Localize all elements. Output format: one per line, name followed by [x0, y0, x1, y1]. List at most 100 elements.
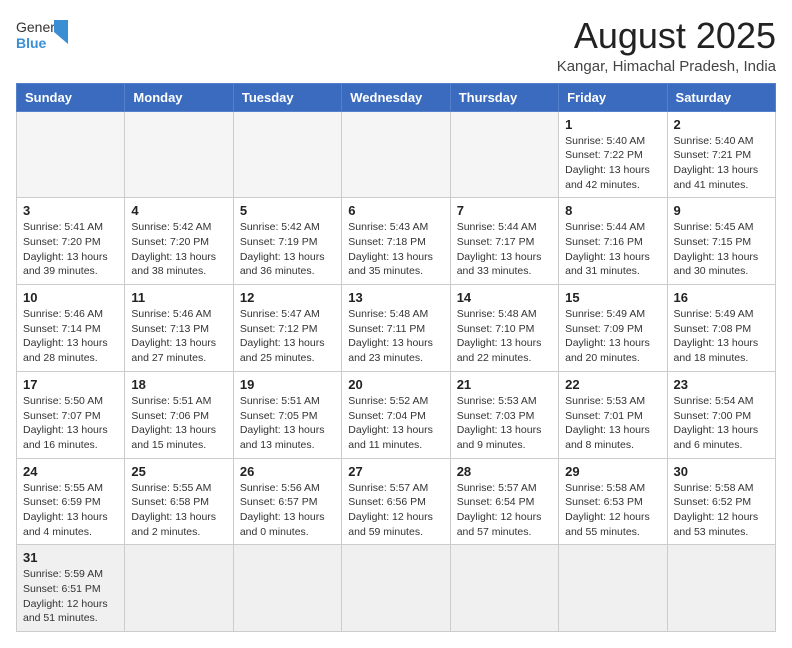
day-info: Sunrise: 5:51 AM Sunset: 7:05 PM Dayligh… — [240, 394, 335, 453]
day-number: 26 — [240, 464, 335, 479]
day-number: 4 — [131, 203, 226, 218]
calendar-title: August 2025 — [557, 16, 776, 56]
calendar-week-row: 3Sunrise: 5:41 AM Sunset: 7:20 PM Daylig… — [17, 198, 776, 285]
calendar-table: SundayMondayTuesdayWednesdayThursdayFrid… — [16, 83, 776, 633]
day-info: Sunrise: 5:50 AM Sunset: 7:07 PM Dayligh… — [23, 394, 118, 453]
page-header: GeneralBlue August 2025 Kangar, Himachal… — [16, 16, 776, 75]
day-number: 9 — [674, 203, 769, 218]
day-number: 18 — [131, 377, 226, 392]
calendar-header-row: SundayMondayTuesdayWednesdayThursdayFrid… — [17, 83, 776, 111]
day-info: Sunrise: 5:46 AM Sunset: 7:14 PM Dayligh… — [23, 307, 118, 366]
day-info: Sunrise: 5:58 AM Sunset: 6:53 PM Dayligh… — [565, 481, 660, 540]
calendar-day-cell: 9 Sunrise: 5:45 AM Sunset: 7:15 PM Daylig… — [667, 198, 775, 285]
logo-icon: GeneralBlue — [16, 16, 68, 54]
calendar-subtitle: Kangar, Himachal Pradesh, India — [557, 58, 776, 75]
calendar-day-cell: 8 Sunrise: 5:44 AM Sunset: 7:16 PM Daylig… — [559, 198, 667, 285]
day-info: Sunrise: 5:49 AM Sunset: 7:09 PM Dayligh… — [565, 307, 660, 366]
day-info: Sunrise: 5:44 AM Sunset: 7:16 PM Dayligh… — [565, 220, 660, 279]
weekday-header: Tuesday — [233, 83, 341, 111]
day-number: 22 — [565, 377, 660, 392]
svg-text:Blue: Blue — [16, 35, 47, 51]
day-number: 12 — [240, 290, 335, 305]
calendar-day-cell — [450, 111, 558, 198]
day-number: 8 — [565, 203, 660, 218]
day-info: Sunrise: 5:42 AM Sunset: 7:20 PM Dayligh… — [131, 220, 226, 279]
calendar-day-cell: 3Sunrise: 5:41 AM Sunset: 7:20 PM Daylig… — [17, 198, 125, 285]
weekday-header: Friday — [559, 83, 667, 111]
day-number: 30 — [674, 464, 769, 479]
calendar-day-cell: 15 Sunrise: 5:49 AM Sunset: 7:09 PM Dayli… — [559, 285, 667, 372]
day-info: Sunrise: 5:48 AM Sunset: 7:10 PM Dayligh… — [457, 307, 552, 366]
calendar-day-cell: 1 Sunrise: 5:40 AM Sunset: 7:22 PM Daylig… — [559, 111, 667, 198]
day-number: 15 — [565, 290, 660, 305]
calendar-day-cell — [125, 111, 233, 198]
calendar-day-cell — [125, 545, 233, 632]
calendar-day-cell: 4 Sunrise: 5:42 AM Sunset: 7:20 PM Daylig… — [125, 198, 233, 285]
day-number: 13 — [348, 290, 443, 305]
calendar-day-cell: 31Sunrise: 5:59 AM Sunset: 6:51 PM Dayli… — [17, 545, 125, 632]
day-info: Sunrise: 5:48 AM Sunset: 7:11 PM Dayligh… — [348, 307, 443, 366]
calendar-day-cell — [559, 545, 667, 632]
day-number: 27 — [348, 464, 443, 479]
weekday-header: Sunday — [17, 83, 125, 111]
calendar-day-cell: 30Sunrise: 5:58 AM Sunset: 6:52 PM Dayli… — [667, 458, 775, 545]
weekday-header: Thursday — [450, 83, 558, 111]
calendar-day-cell — [233, 111, 341, 198]
day-number: 5 — [240, 203, 335, 218]
logo: GeneralBlue — [16, 16, 68, 54]
calendar-week-row: 1 Sunrise: 5:40 AM Sunset: 7:22 PM Daylig… — [17, 111, 776, 198]
day-info: Sunrise: 5:59 AM Sunset: 6:51 PM Dayligh… — [23, 567, 118, 626]
title-block: August 2025 Kangar, Himachal Pradesh, In… — [557, 16, 776, 75]
calendar-day-cell: 29Sunrise: 5:58 AM Sunset: 6:53 PM Dayli… — [559, 458, 667, 545]
calendar-day-cell: 10 Sunrise: 5:46 AM Sunset: 7:14 PM Dayli… — [17, 285, 125, 372]
day-number: 10 — [23, 290, 118, 305]
day-number: 21 — [457, 377, 552, 392]
calendar-week-row: 10 Sunrise: 5:46 AM Sunset: 7:14 PM Dayli… — [17, 285, 776, 372]
day-info: Sunrise: 5:44 AM Sunset: 7:17 PM Dayligh… — [457, 220, 552, 279]
day-number: 20 — [348, 377, 443, 392]
day-number: 28 — [457, 464, 552, 479]
calendar-day-cell: 6 Sunrise: 5:43 AM Sunset: 7:18 PM Daylig… — [342, 198, 450, 285]
day-info: Sunrise: 5:46 AM Sunset: 7:13 PM Dayligh… — [131, 307, 226, 366]
calendar-week-row: 24 Sunrise: 5:55 AM Sunset: 6:59 PM Dayli… — [17, 458, 776, 545]
calendar-day-cell: 24 Sunrise: 5:55 AM Sunset: 6:59 PM Dayli… — [17, 458, 125, 545]
calendar-day-cell — [342, 545, 450, 632]
day-info: Sunrise: 5:45 AM Sunset: 7:15 PM Dayligh… — [674, 220, 769, 279]
calendar-day-cell — [667, 545, 775, 632]
day-info: Sunrise: 5:55 AM Sunset: 6:59 PM Dayligh… — [23, 481, 118, 540]
weekday-header: Wednesday — [342, 83, 450, 111]
calendar-day-cell — [342, 111, 450, 198]
day-number: 2 — [674, 117, 769, 132]
day-info: Sunrise: 5:43 AM Sunset: 7:18 PM Dayligh… — [348, 220, 443, 279]
calendar-day-cell: 19Sunrise: 5:51 AM Sunset: 7:05 PM Dayli… — [233, 371, 341, 458]
day-number: 24 — [23, 464, 118, 479]
calendar-day-cell: 2 Sunrise: 5:40 AM Sunset: 7:21 PM Daylig… — [667, 111, 775, 198]
day-info: Sunrise: 5:40 AM Sunset: 7:22 PM Dayligh… — [565, 134, 660, 193]
weekday-header: Monday — [125, 83, 233, 111]
calendar-day-cell: 22 Sunrise: 5:53 AM Sunset: 7:01 PM Dayli… — [559, 371, 667, 458]
day-info: Sunrise: 5:53 AM Sunset: 7:03 PM Dayligh… — [457, 394, 552, 453]
day-info: Sunrise: 5:40 AM Sunset: 7:21 PM Dayligh… — [674, 134, 769, 193]
day-info: Sunrise: 5:56 AM Sunset: 6:57 PM Dayligh… — [240, 481, 335, 540]
calendar-day-cell: 5 Sunrise: 5:42 AM Sunset: 7:19 PM Daylig… — [233, 198, 341, 285]
day-info: Sunrise: 5:41 AM Sunset: 7:20 PM Dayligh… — [23, 220, 118, 279]
day-number: 25 — [131, 464, 226, 479]
day-number: 6 — [348, 203, 443, 218]
day-info: Sunrise: 5:54 AM Sunset: 7:00 PM Dayligh… — [674, 394, 769, 453]
day-info: Sunrise: 5:57 AM Sunset: 6:56 PM Dayligh… — [348, 481, 443, 540]
day-number: 1 — [565, 117, 660, 132]
calendar-day-cell: 11Sunrise: 5:46 AM Sunset: 7:13 PM Dayli… — [125, 285, 233, 372]
day-info: Sunrise: 5:51 AM Sunset: 7:06 PM Dayligh… — [131, 394, 226, 453]
day-info: Sunrise: 5:53 AM Sunset: 7:01 PM Dayligh… — [565, 394, 660, 453]
calendar-day-cell: 13 Sunrise: 5:48 AM Sunset: 7:11 PM Dayli… — [342, 285, 450, 372]
calendar-day-cell: 7 Sunrise: 5:44 AM Sunset: 7:17 PM Daylig… — [450, 198, 558, 285]
day-info: Sunrise: 5:42 AM Sunset: 7:19 PM Dayligh… — [240, 220, 335, 279]
day-info: Sunrise: 5:49 AM Sunset: 7:08 PM Dayligh… — [674, 307, 769, 366]
calendar-day-cell: 20 Sunrise: 5:52 AM Sunset: 7:04 PM Dayli… — [342, 371, 450, 458]
calendar-day-cell — [233, 545, 341, 632]
calendar-week-row: 31Sunrise: 5:59 AM Sunset: 6:51 PM Dayli… — [17, 545, 776, 632]
day-number: 14 — [457, 290, 552, 305]
day-number: 7 — [457, 203, 552, 218]
day-info: Sunrise: 5:52 AM Sunset: 7:04 PM Dayligh… — [348, 394, 443, 453]
calendar-day-cell — [17, 111, 125, 198]
